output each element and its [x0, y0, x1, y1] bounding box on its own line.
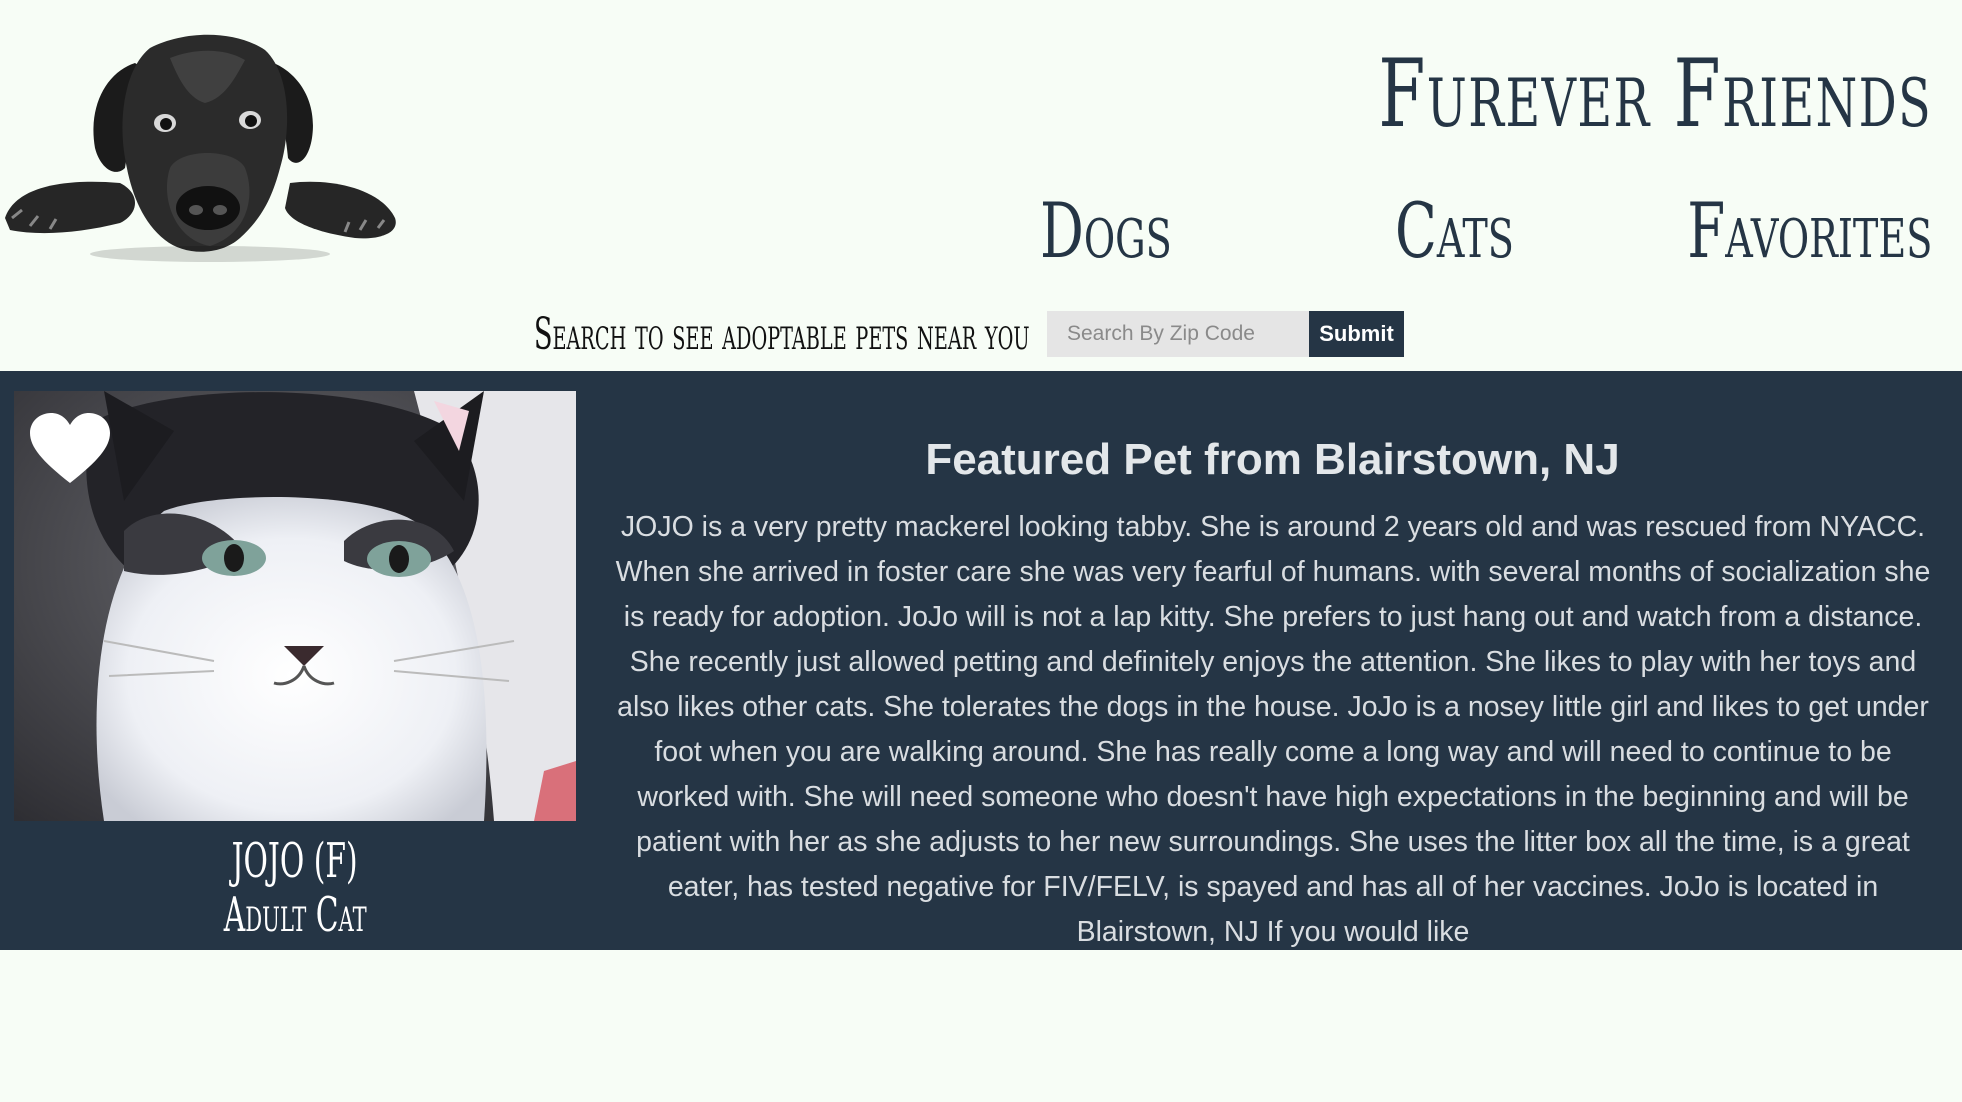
featured-pet-description: JOJO is a very pretty mackerel looking t…	[615, 511, 1931, 948]
zip-code-input[interactable]	[1047, 311, 1309, 357]
favorite-heart-icon[interactable]	[30, 413, 110, 485]
search-bar: Search to see adoptable pets near you Su…	[0, 310, 1962, 360]
pet-type: Adult Cat	[223, 887, 367, 943]
search-label: Search to see adoptable pets near you	[534, 309, 1030, 360]
featured-pet-title: Featured Pet from Blairstown, NJ	[925, 435, 1620, 484]
nav-favorites-link[interactable]: Favorites	[1687, 186, 1932, 275]
submit-button[interactable]: Submit	[1309, 311, 1404, 357]
site-title: Furever Friends	[1378, 40, 1932, 149]
nav-dogs-link[interactable]: Dogs	[1040, 186, 1172, 275]
pet-name: JOJO (F)	[231, 833, 358, 889]
featured-pet-panel: JOJO (F) Adult Cat Featured Pet from Bla…	[0, 371, 1962, 950]
nav-cats-link[interactable]: Cats	[1395, 186, 1514, 275]
dog-logo[interactable]	[0, 18, 420, 268]
